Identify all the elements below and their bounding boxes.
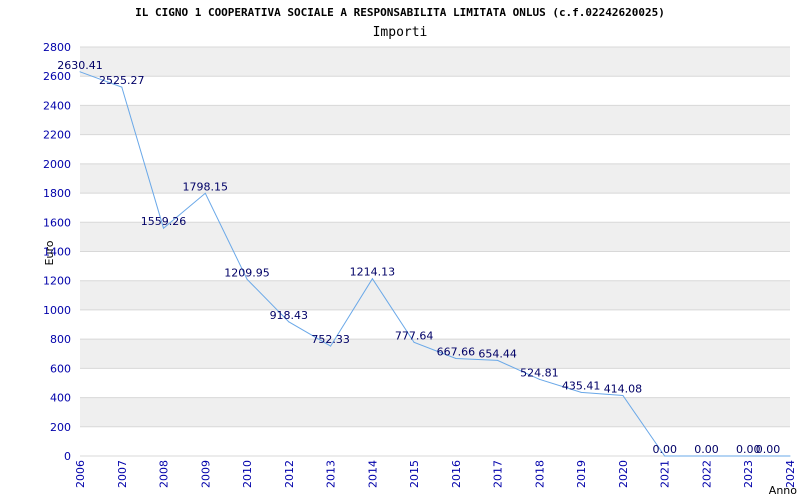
data-label: 752.33 bbox=[311, 333, 350, 346]
x-tick-label: 2022 bbox=[700, 460, 713, 488]
data-label: 414.08 bbox=[604, 383, 643, 396]
y-tick-label: 1800 bbox=[43, 187, 71, 200]
x-tick-label: 2006 bbox=[74, 460, 87, 488]
x-tick-label: 2019 bbox=[575, 460, 588, 488]
y-tick-label: 2400 bbox=[43, 99, 71, 112]
data-label: 2630.41 bbox=[57, 59, 103, 72]
data-label: 0.00 bbox=[694, 443, 719, 456]
x-tick-label: 2013 bbox=[325, 460, 338, 488]
line-chart: 0200400600800100012001400160018002000220… bbox=[43, 41, 797, 497]
data-label: 524.81 bbox=[520, 366, 559, 379]
y-tick-label: 2800 bbox=[43, 41, 71, 54]
y-tick-label: 400 bbox=[50, 392, 71, 405]
grid-bands bbox=[80, 47, 790, 427]
y-tick-label: 2000 bbox=[43, 158, 71, 171]
x-tick-label: 2020 bbox=[617, 460, 630, 488]
data-label: 777.64 bbox=[395, 329, 434, 342]
data-label: 654.44 bbox=[478, 347, 517, 360]
grid-band bbox=[80, 280, 790, 310]
x-tick-label: 2018 bbox=[533, 460, 546, 488]
x-axis-title: Anno bbox=[769, 484, 797, 497]
x-tick-label: 2014 bbox=[366, 460, 379, 488]
data-label: 1798.15 bbox=[183, 180, 229, 193]
grid-band bbox=[80, 222, 790, 252]
x-tick-label: 2021 bbox=[659, 460, 672, 488]
data-label: 435.41 bbox=[562, 379, 601, 392]
grid-band bbox=[80, 397, 790, 427]
data-label: 1559.26 bbox=[141, 215, 187, 228]
y-tick-label: 0 bbox=[64, 450, 71, 463]
y-axis-title: Euro bbox=[43, 240, 56, 265]
data-label: 1214.13 bbox=[350, 266, 396, 279]
data-label: 0.00 bbox=[756, 443, 781, 456]
y-tick-label: 800 bbox=[50, 333, 71, 346]
data-label: 918.43 bbox=[270, 309, 309, 322]
x-tick-label: 2012 bbox=[283, 460, 296, 488]
grid-band bbox=[80, 105, 790, 135]
y-tick-label: 1000 bbox=[43, 304, 71, 317]
x-tick-label: 2016 bbox=[450, 460, 463, 488]
x-tick-label: 2007 bbox=[116, 460, 129, 488]
y-tick-label: 600 bbox=[50, 362, 71, 375]
x-tick-label: 2017 bbox=[492, 460, 505, 488]
x-tick-label: 2010 bbox=[241, 460, 254, 488]
x-tick-label: 2015 bbox=[408, 460, 421, 488]
y-tick-label: 1200 bbox=[43, 275, 71, 288]
y-tick-label: 200 bbox=[50, 421, 71, 434]
y-tick-label: 2200 bbox=[43, 129, 71, 142]
x-tick-label: 2008 bbox=[158, 460, 171, 488]
data-label: 1209.95 bbox=[224, 266, 270, 279]
data-label: 667.66 bbox=[437, 345, 476, 358]
x-tick-label: 2023 bbox=[742, 460, 755, 488]
data-point bbox=[789, 455, 791, 457]
x-tick-label: 2009 bbox=[199, 460, 212, 488]
data-label: 2525.27 bbox=[99, 74, 145, 87]
x-axis-ticks: 2006 2007 2008 2009 2010 2012 2013 2014 2015 2016… bbox=[74, 460, 797, 488]
data-label: 0.00 bbox=[652, 443, 677, 456]
y-tick-label: 1600 bbox=[43, 216, 71, 229]
grid-band bbox=[80, 339, 790, 369]
y-tick-label: 2600 bbox=[43, 70, 71, 83]
grid-band bbox=[80, 47, 790, 77]
